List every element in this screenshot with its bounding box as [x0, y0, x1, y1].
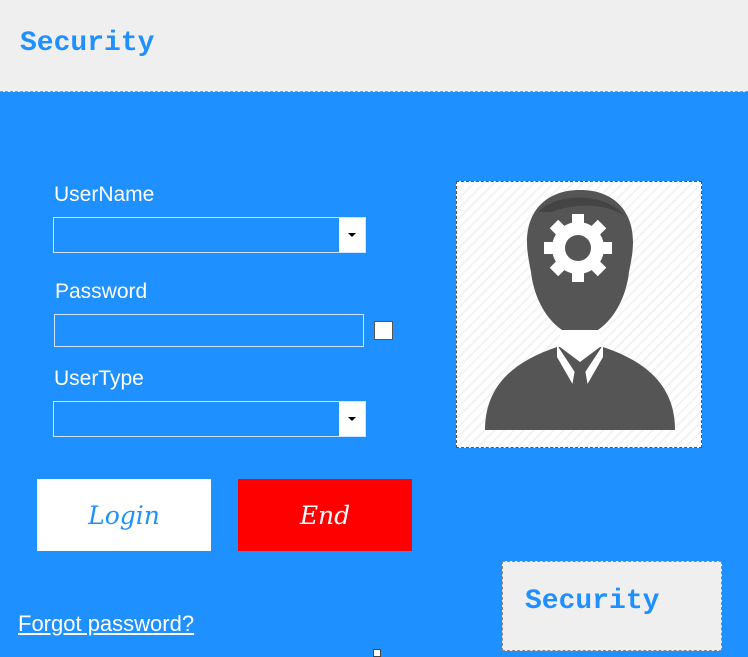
username-dropdown-button[interactable] [339, 218, 365, 252]
usertype-combobox[interactable] [53, 401, 366, 437]
window-title: Security [20, 28, 155, 59]
end-button[interactable]: End [238, 479, 412, 551]
chevron-down-icon [348, 233, 356, 237]
security-badge: Security [502, 561, 722, 651]
show-password-checkbox[interactable] [374, 321, 393, 340]
login-button[interactable]: Login [37, 479, 211, 551]
usertype-label: UserType [54, 367, 144, 390]
password-label: Password [55, 280, 148, 303]
title-bar: Security [0, 0, 748, 92]
chevron-down-icon [348, 417, 356, 421]
user-gear-icon [485, 190, 675, 430]
security-badge-label: Security [525, 586, 660, 617]
forgot-password-link[interactable]: Forgot password? [18, 611, 194, 637]
password-field[interactable] [54, 314, 364, 347]
user-image [456, 181, 702, 448]
username-label: UserName [54, 183, 155, 206]
login-panel: UserName Password UserType Login End For… [0, 92, 748, 657]
resize-handle[interactable] [373, 649, 381, 657]
username-combobox[interactable] [53, 217, 366, 253]
usertype-dropdown-button[interactable] [339, 402, 365, 436]
